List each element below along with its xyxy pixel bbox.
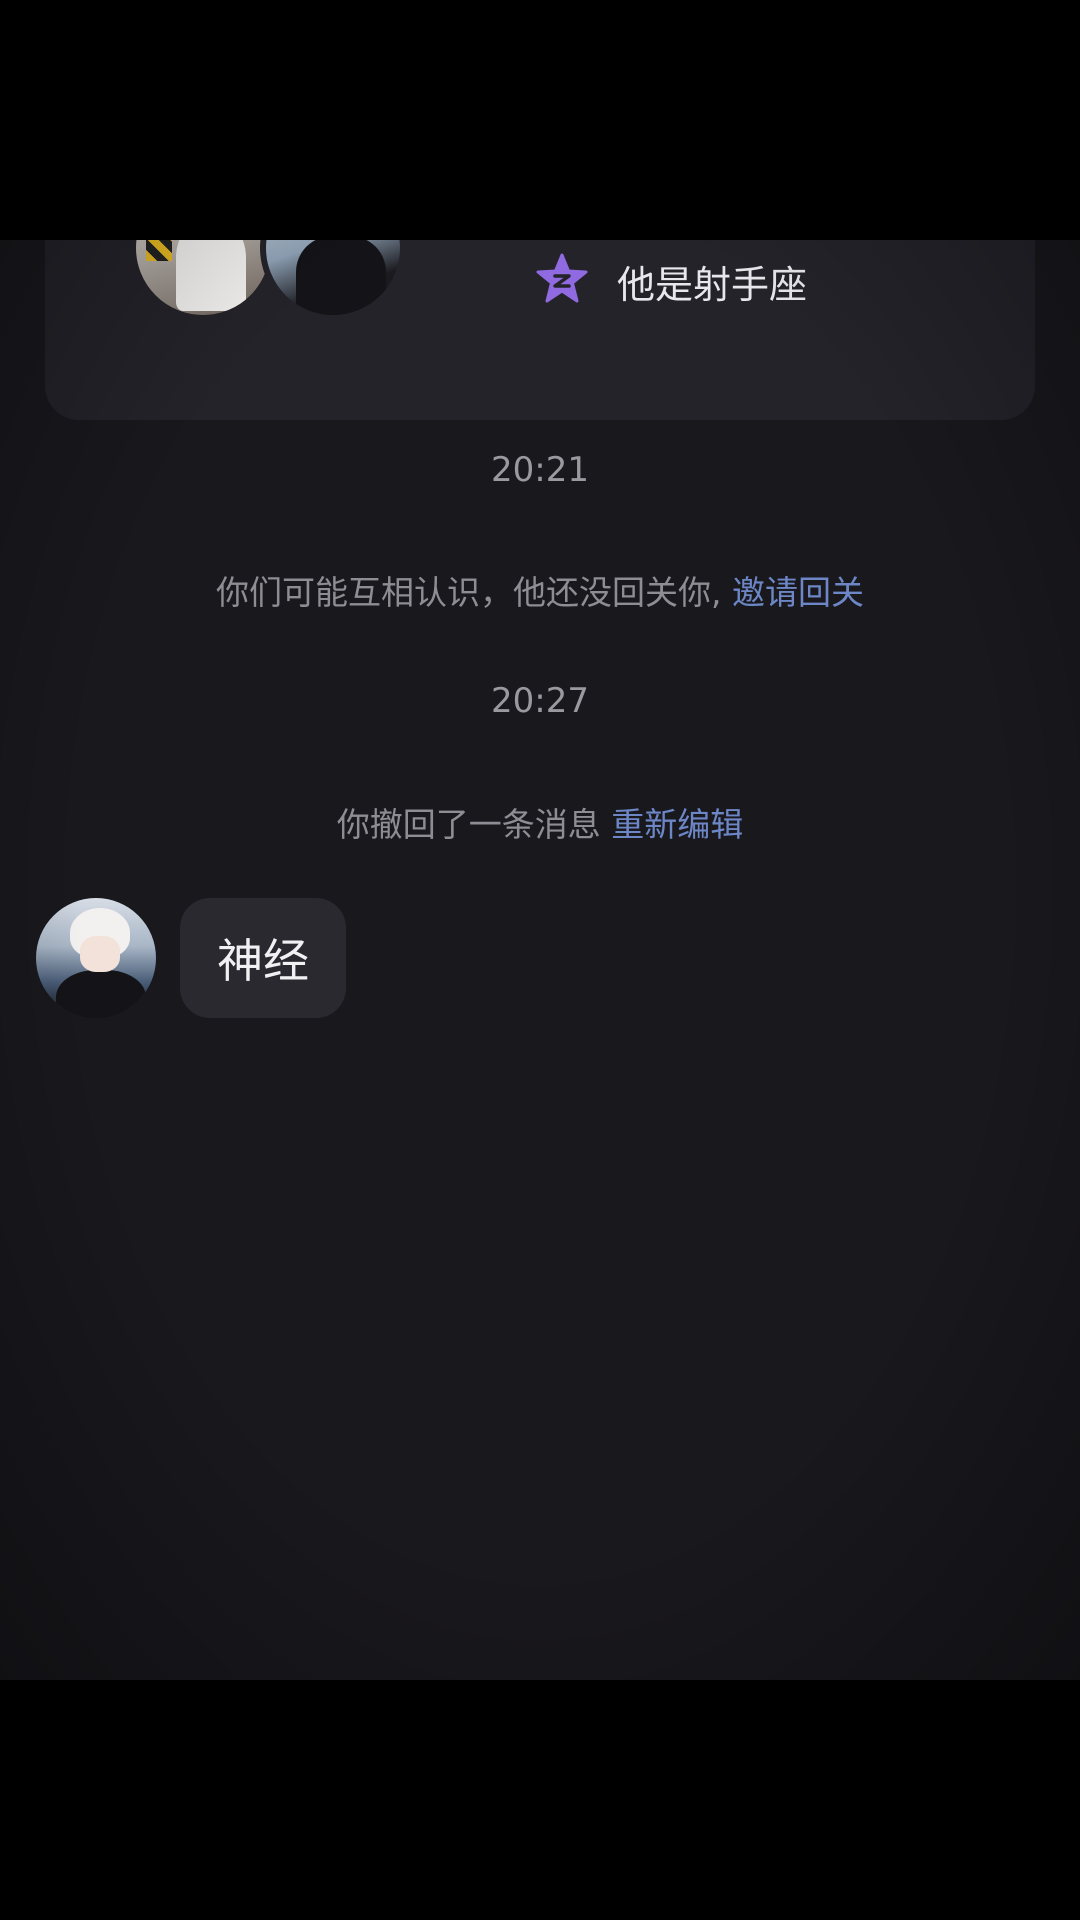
timestamp: 20:21 <box>491 450 589 490</box>
avatar[interactable] <box>36 898 156 1018</box>
system-message-recall: 你撤回了一条消息 重新编辑 <box>0 798 1080 846</box>
system-message-text: 你撤回了一条消息 <box>336 805 612 844</box>
avatar <box>130 240 276 321</box>
avatar <box>260 240 406 321</box>
zodiac-text: 他是射手座 <box>617 262 808 307</box>
message-bubble[interactable]: 神经 <box>180 898 346 1018</box>
re-edit-link[interactable]: 重新编辑 <box>611 805 743 844</box>
profile-card[interactable]: 他是射手座 <box>45 240 1035 420</box>
star-icon <box>535 252 589 310</box>
system-message-follow: 你们可能互相认识，他还没回关你, 邀请回关 <box>0 566 1080 614</box>
invite-follow-back-link[interactable]: 邀请回关 <box>732 573 864 612</box>
zodiac-row: 他是射手座 <box>535 252 807 310</box>
chat-screen: 他是射手座 20:21 你们可能互相认识，他还没回关你, 邀请回关 20:27 … <box>0 240 1080 1680</box>
system-message-text: 你们可能互相认识，他还没回关你, <box>216 573 732 612</box>
timestamp: 20:27 <box>491 681 589 721</box>
